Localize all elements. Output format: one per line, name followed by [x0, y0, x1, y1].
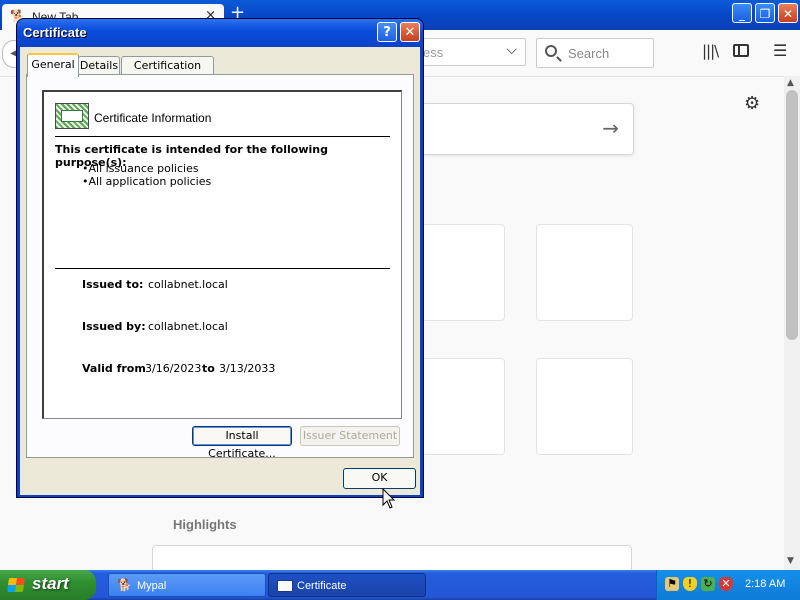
maximize-button[interactable]: ❐	[755, 3, 775, 23]
windows-logo-icon	[7, 578, 25, 592]
valid-to-label: to	[202, 362, 215, 375]
search-input[interactable]: Search	[536, 38, 654, 68]
security-shield-icon[interactable]: !	[683, 577, 697, 591]
general-tab-panel: Certificate Information This certificate…	[26, 74, 414, 460]
valid-to-value: 3/13/2033	[219, 362, 276, 375]
page-search-box[interactable]: →	[410, 103, 634, 155]
tab-certification-path[interactable]: Certification Path	[121, 56, 214, 89]
start-button[interactable]: start	[0, 570, 96, 600]
issued-to-label: Issued to:	[82, 278, 144, 291]
start-label: start	[32, 574, 69, 593]
purpose-item: All application policies	[82, 175, 212, 188]
issuer-statement-button[interactable]: Issuer Statement	[300, 426, 400, 446]
window-icon	[277, 580, 293, 592]
top-site-tile[interactable]	[536, 358, 633, 455]
dialog-title: Certificate	[23, 25, 87, 40]
scroll-up-icon[interactable]: ▲	[787, 78, 794, 88]
taskbar-item-mypal[interactable]: 🐕 Mypal	[108, 573, 266, 597]
dialog-body: General Details Certification Path Certi…	[20, 47, 420, 495]
sidebar-icon[interactable]	[733, 44, 749, 57]
certificate-dialog: Certificate ? ✕ General Details Certific…	[16, 18, 424, 498]
divider	[55, 268, 390, 269]
issued-to-value: collabnet.local	[148, 278, 228, 291]
purpose-item: All issuance policies	[82, 162, 211, 175]
library-icon[interactable]: |||\	[702, 42, 719, 60]
certificate-icon	[55, 103, 89, 129]
highlights-heading: Highlights	[173, 517, 237, 532]
search-icon	[545, 45, 557, 57]
mypal-logo-icon: 🐕	[117, 578, 132, 592]
ok-button[interactable]: OK	[343, 468, 416, 489]
hamburger-menu-icon[interactable]: ☰	[773, 41, 787, 60]
minimize-button[interactable]: _	[732, 3, 752, 23]
gear-icon[interactable]: ⚙	[744, 93, 760, 114]
taskbar-item-label: Mypal	[137, 580, 167, 592]
divider	[55, 136, 390, 137]
mouse-cursor-icon	[382, 488, 396, 509]
valid-from-value: 3/16/2023	[145, 362, 202, 375]
top-site-tile[interactable]	[536, 224, 633, 321]
certificate-info-box: Certificate Information This certificate…	[42, 90, 402, 419]
network-icon[interactable]: ⚑	[665, 577, 679, 591]
close-window-button[interactable]: ✕	[778, 3, 798, 23]
issued-by-value: collabnet.local	[148, 320, 228, 333]
valid-from-label: Valid from	[82, 362, 146, 375]
install-certificate-button[interactable]: Install Certificate...	[192, 426, 292, 460]
scroll-down-icon[interactable]: ▼	[787, 556, 794, 566]
dialog-close-button[interactable]: ✕	[400, 22, 420, 42]
url-placeholder: ess	[423, 45, 444, 60]
clock: 2:18 AM	[745, 578, 786, 590]
scrollbar-thumb[interactable]	[786, 90, 798, 340]
tab-general[interactable]: General	[27, 53, 79, 77]
issued-by-label: Issued by:	[82, 320, 146, 333]
tab-details[interactable]: Details	[78, 56, 120, 75]
update-icon[interactable]: ↻	[701, 577, 715, 591]
taskbar-item-certificate[interactable]: Certificate	[268, 573, 426, 597]
security-alert-icon[interactable]: ✕	[719, 577, 733, 591]
purpose-list: All issuance policies All application po…	[82, 162, 212, 188]
help-button[interactable]: ?	[377, 22, 397, 42]
chevron-down-icon[interactable]: ⌵	[506, 42, 517, 58]
taskbar: start 🐕 Mypal Certificate ⚑ ! ↻ ✕ 2:18 A…	[0, 570, 800, 600]
taskbar-item-label: Certificate	[297, 580, 347, 592]
search-placeholder: Search	[568, 46, 610, 61]
dialog-titlebar[interactable]: Certificate ? ✕	[17, 19, 423, 47]
certificate-info-heading: Certificate Information	[94, 111, 212, 125]
system-tray: ⚑ ! ↻ ✕ 2:18 AM	[656, 570, 800, 600]
arrow-right-icon[interactable]: →	[602, 116, 619, 140]
page-scrollbar[interactable]: ▲ ▼	[784, 76, 800, 570]
